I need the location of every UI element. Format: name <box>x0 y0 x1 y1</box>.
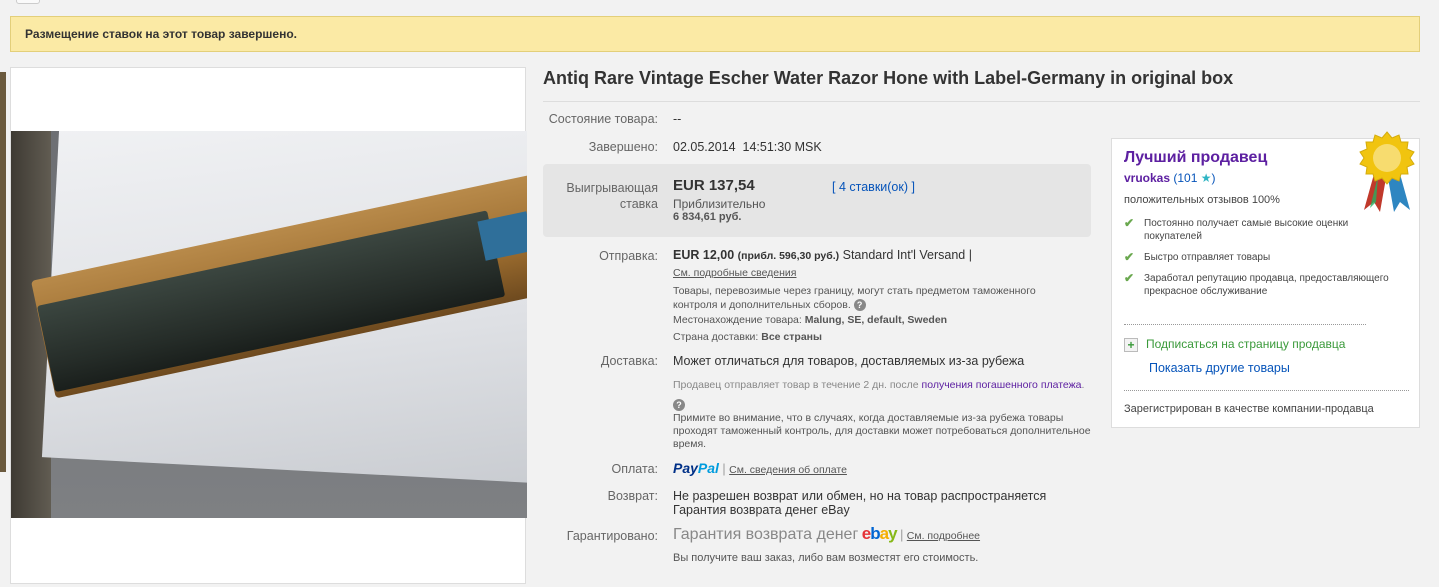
guarantee-note: Вы получите ваш заказ, либо вам возместя… <box>673 552 979 564</box>
returns-text: Не разрешен возврат или обмен, но на тов… <box>673 489 1047 503</box>
guarantee-label: Гарантировано: <box>566 529 658 543</box>
plus-icon: + <box>1124 337 1138 352</box>
cleared-payment-link[interactable]: получения погашенного <box>922 379 1038 391</box>
ships-to-value: Все страны <box>761 331 822 343</box>
ended-value: 02.05.2014 14:51:30 MSK <box>673 140 822 154</box>
guarantee-details-link[interactable]: См. подробнее <box>907 530 980 542</box>
item-photo[interactable] <box>11 131 527 518</box>
check-icon: ✔ <box>1124 216 1135 230</box>
top-rated-medal-icon <box>1359 131 1415 212</box>
check-icon: ✔ <box>1124 271 1135 285</box>
winning-bid-amount: EUR 137,54 <box>673 177 755 194</box>
condition-value: -- <box>673 112 682 126</box>
item-location: Местонахождение товара: Malung, SE, defa… <box>673 314 948 326</box>
shipping-details-link[interactable]: См. подробные сведения <box>673 267 797 279</box>
left-edge-thumbnail <box>0 72 6 472</box>
shipping-method: Standard Int'l Versand | <box>842 248 972 262</box>
banner-text: Размещение ставок на этот товар завершен… <box>25 27 298 41</box>
ships-to: Страна доставки: Все страны <box>673 331 822 343</box>
shipping-label: Отправка: <box>599 249 658 263</box>
ended-label: Завершено: <box>588 140 658 154</box>
delivery-note: Примите во внимание, что в случаях, когд… <box>673 412 1091 450</box>
shipping-price: EUR 12,00 <box>673 248 735 262</box>
customs-note: Товары, перевозимые через границу, могут… <box>673 285 1036 312</box>
winning-bid-label: Выигрывающая ставка <box>566 181 658 211</box>
positive-feedback: положительных отзывов 100% <box>1124 194 1280 206</box>
list-item: ✔ Быстро отправляет товары <box>1124 250 1271 264</box>
shipping-approx: (прибл. 596,30 руб.) <box>737 250 840 262</box>
seller-name-link[interactable]: vruokas <box>1124 171 1170 185</box>
ebay-logo: ebay <box>861 524 898 543</box>
divider <box>543 101 1420 102</box>
delivery-label: Доставка: <box>600 354 658 368</box>
shipping-line: EUR 12,00 (прибл. 596,30 руб.) Standard … <box>673 248 972 262</box>
cleared-payment-link-2[interactable]: платежа <box>1041 379 1082 391</box>
approx-value: 6 834,61 руб. <box>673 211 742 223</box>
item-photo-box[interactable] <box>10 67 527 584</box>
paypal-logo: PayPal <box>673 460 719 476</box>
bracket-close: ] <box>911 180 915 194</box>
bracket-open: [ <box>832 180 836 194</box>
payment-line: PayPal | См. сведения об оплате <box>673 460 847 476</box>
dispatch-info: Продавец отправляет товар в течение 2 дн… <box>673 379 1085 412</box>
top-tab-button[interactable] <box>16 0 40 4</box>
condition-label: Состояние товара: <box>548 112 658 126</box>
registered-business: Зарегистрирован в качестве компании-прод… <box>1124 403 1374 415</box>
bid-history-link[interactable]: 4 ставки(ок) <box>839 180 908 194</box>
item-location-value: Malung, SE, default, Sweden <box>804 314 948 326</box>
money-back-link[interactable]: Гарантия возврата денег eBay <box>673 503 850 517</box>
guarantee-text: Гарантия возврата денег <box>673 526 859 543</box>
bids-count: [ 4 ставки(ок) ] <box>832 180 915 194</box>
help-icon[interactable]: ? <box>853 299 866 312</box>
feedback-score-link[interactable]: (101 ★) <box>1173 171 1215 185</box>
list-item: ✔ Заработал репутацию продавца, предостав… <box>1124 271 1389 298</box>
seller-points-list: ✔ Постоянно получает самые высокие оценки… <box>1124 217 1404 306</box>
guarantee-line: Гарантия возврата денег ebay | См. подро… <box>673 524 981 543</box>
other-items-link[interactable]: Показать другие товары <box>1149 361 1290 375</box>
list-item: ✔ Постоянно получает самые высокие оценки… <box>1124 216 1349 243</box>
follow-seller-button[interactable]: + Подписаться на страницу продавца <box>1124 337 1345 352</box>
returns-label: Возврат: <box>607 489 658 503</box>
divider <box>1124 324 1366 325</box>
item-title: Antiq Rare Vintage Escher Water Razor Ho… <box>543 68 1234 88</box>
top-rated-seller-heading: Лучший продавец <box>1124 149 1268 166</box>
seller-name-line: vruokas (101 ★) <box>1124 171 1216 185</box>
help-icon[interactable]: ? <box>673 399 685 412</box>
delivery-main: Может отличаться для товаров, доставляем… <box>673 354 1025 368</box>
check-icon: ✔ <box>1124 250 1135 264</box>
approx-label: Приблизительно <box>673 197 766 211</box>
auction-ended-banner: Размещение ставок на этот товар завершен… <box>10 16 1420 52</box>
payment-label: Оплата: <box>611 462 658 476</box>
payment-details-link[interactable]: См. сведения об оплате <box>729 464 847 476</box>
feedback-star-icon: ★ <box>1200 171 1212 185</box>
divider <box>1124 390 1409 391</box>
